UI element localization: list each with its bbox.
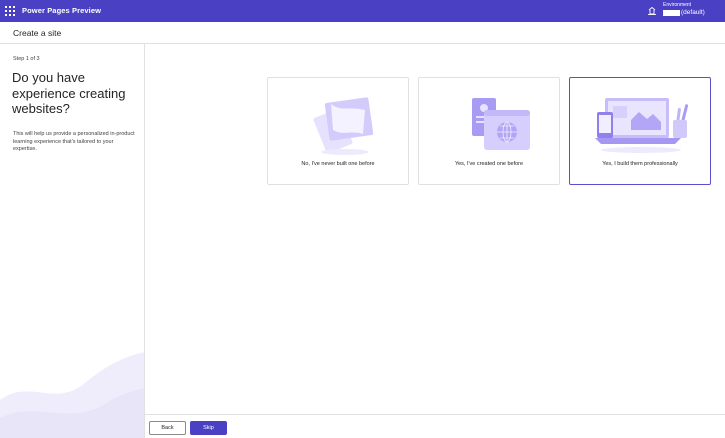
decorative-wave — [0, 352, 144, 438]
option-card-created-one[interactable]: Yes, I've created one before — [418, 77, 560, 185]
environment-name-redacted — [663, 9, 680, 16]
question-description: This will help us provide a personalized… — [13, 131, 135, 152]
back-button[interactable]: Back — [149, 421, 186, 435]
web-pages-globe-icon — [472, 98, 530, 150]
environment-value: (default) — [681, 9, 705, 16]
option-label: Yes, I've created one before — [454, 161, 524, 167]
environment-icon[interactable] — [647, 6, 657, 16]
option-label: No, I've never built one before — [301, 161, 375, 167]
step-indicator: Step 1 of 3 — [13, 56, 40, 62]
laptop-devices-icon — [595, 98, 689, 153]
page-header: Create a site — [0, 22, 725, 44]
option-label: Yes, I build them professionally — [602, 161, 678, 167]
paper-sheets-icon — [313, 97, 374, 155]
option-card-never-built[interactable]: No, I've never built one before — [267, 77, 409, 185]
footer-bar: Back Skip — [145, 414, 725, 438]
option-card-professional[interactable]: Yes, I build them professionally — [569, 77, 711, 185]
environment-selector[interactable]: (default) — [663, 9, 705, 16]
skip-button[interactable]: Skip — [190, 421, 227, 435]
app-title: Power Pages Preview — [22, 6, 102, 15]
page-title: Create a site — [13, 28, 62, 38]
question-heading: Do you have experience creating websites… — [12, 70, 126, 116]
top-bar: Power Pages Preview Environment (default… — [0, 0, 725, 22]
environment-label: Environment — [663, 2, 692, 8]
app-launcher-icon[interactable] — [5, 6, 15, 16]
left-panel: Step 1 of 3 Do you have experience creat… — [0, 44, 145, 438]
